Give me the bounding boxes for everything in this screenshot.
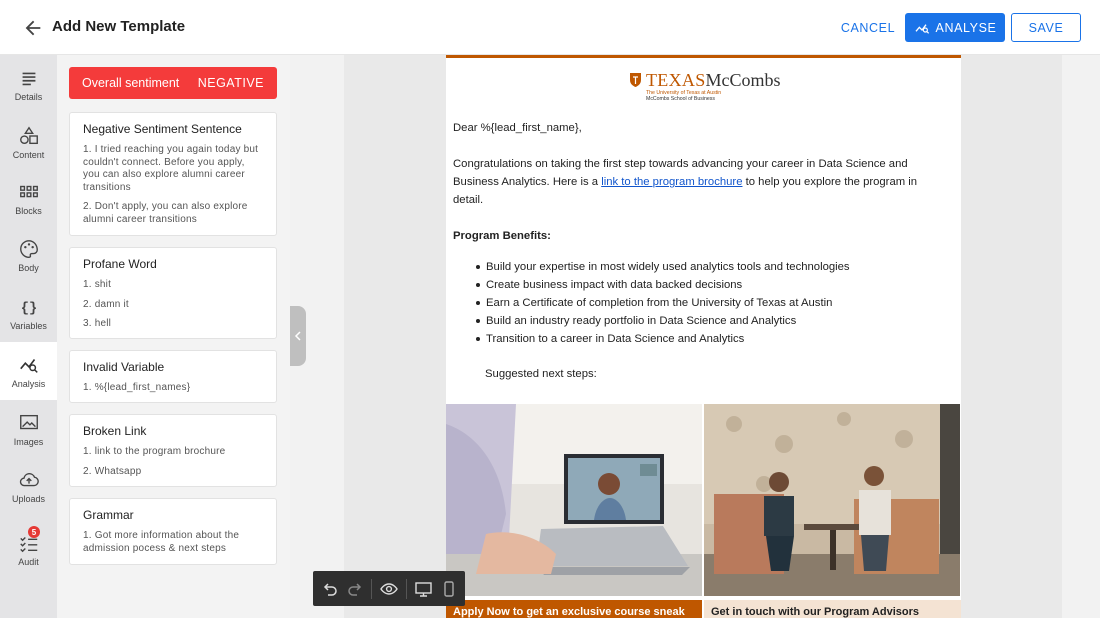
profane-word-card: Profane Word 1. shit 2. damn it 3. hell [69, 247, 277, 339]
mobile-icon [443, 580, 454, 597]
sentiment-value: NEGATIVE [197, 76, 264, 90]
logo-texas: TEXAS [646, 70, 706, 90]
rail-item-details[interactable]: Details [0, 55, 57, 113]
sentiment-label: Overall sentiment [82, 76, 180, 90]
brochure-link[interactable]: link to the program brochure [601, 176, 742, 188]
rail-label: Uploads [11, 494, 46, 504]
rail-label: Analysis [11, 379, 46, 389]
card-item[interactable]: 1. link to the program brochure [83, 446, 263, 459]
image-icon [19, 414, 38, 430]
rail-item-audit[interactable]: 5 Audit [0, 520, 57, 578]
advisors-meeting-photo [704, 404, 960, 596]
negative-sentiment-card: Negative Sentiment Sentence 1. I tried r… [69, 112, 277, 236]
benefit-item: Earn a Certificate of completion from th… [476, 294, 850, 312]
rail-item-variables[interactable]: {} Variables [0, 284, 57, 342]
texas-mccombs-logo: TEXASMcCombs The University of Texas at … [629, 70, 781, 102]
cancel-button[interactable]: CANCEL [834, 14, 902, 42]
details-icon [22, 72, 35, 86]
apply-now-caption[interactable]: Apply Now to get an exclusive course sne… [446, 600, 702, 618]
undo-button[interactable] [321, 580, 338, 598]
rail-item-body[interactable]: Body [0, 226, 57, 284]
logo-mccombs: McCombs [705, 70, 781, 90]
redo-icon [347, 582, 361, 596]
top-bar: Add New Template CANCEL ANALYSE SAVE [0, 0, 1100, 55]
overall-sentiment-bar: Overall sentiment NEGATIVE [69, 67, 277, 99]
card-item[interactable]: 1. Got more information about the admiss… [83, 530, 263, 555]
desktop-icon [415, 581, 432, 597]
rail-item-content[interactable]: Content [0, 113, 57, 171]
analysis-panel: Overall sentiment NEGATIVE Negative Sent… [57, 55, 290, 618]
benefits-list: Build your expertise in most widely used… [476, 258, 850, 348]
card-item[interactable]: 1. shit [83, 279, 263, 292]
redo-button[interactable] [346, 580, 363, 598]
collapse-panel-handle[interactable] [290, 306, 306, 366]
toolbar-divider [371, 578, 373, 599]
toolbar-divider [406, 578, 407, 599]
card-title: Profane Word [83, 257, 157, 271]
benefits-heading: Program Benefits: [453, 230, 551, 242]
rail-label: Content [12, 150, 45, 160]
card-title: Negative Sentiment Sentence [83, 122, 242, 136]
rail-item-images[interactable]: Images [0, 400, 57, 458]
save-button[interactable]: SAVE [1011, 13, 1081, 42]
braces-icon: {} [20, 301, 37, 317]
logo-wordmark: TEXASMcCombs [646, 70, 781, 91]
analyse-label: ANALYSE [935, 20, 997, 35]
chevron-left-icon [294, 331, 301, 341]
analysis-icon [19, 359, 38, 373]
desktop-view-button[interactable] [415, 580, 432, 598]
grid-icon [19, 185, 38, 198]
email-preview[interactable]: TEXASMcCombs The University of Texas at … [446, 55, 961, 618]
grammar-card: Grammar 1. Got more information about th… [69, 498, 277, 565]
left-rail: Details Content Blocks Body {} Variables… [0, 55, 57, 618]
advisors-caption[interactable]: Get in touch with our Program Advisors [704, 600, 961, 618]
eye-icon [380, 582, 398, 595]
rail-label: Blocks [15, 206, 42, 216]
card-title: Invalid Variable [83, 360, 165, 374]
rail-label: Body [18, 263, 39, 273]
analyse-button[interactable]: ANALYSE [905, 13, 1005, 42]
rail-label: Images [13, 437, 44, 447]
email-greeting: Dear %{lead_first_name}, [453, 122, 582, 134]
card-item[interactable]: 2. Don't apply, you can also explore alu… [83, 201, 263, 226]
card-item[interactable]: 2. damn it [83, 299, 263, 312]
email-intro-paragraph: Congratulations on taking the first step… [453, 155, 948, 209]
analysis-icon [915, 23, 929, 34]
logo-school: McCombs School of Business [646, 96, 715, 102]
benefit-item: Build an industry ready portfolio in Dat… [476, 312, 850, 330]
rail-label: Variables [10, 321, 47, 331]
benefit-item: Build your expertise in most widely used… [476, 258, 850, 276]
invalid-variable-card: Invalid Variable 1. %{lead_first_names} [69, 350, 277, 403]
broken-link-card: Broken Link 1. link to the program broch… [69, 414, 277, 487]
video-call-photo [446, 404, 702, 596]
palette-icon [19, 240, 38, 258]
card-item[interactable]: 1. %{lead_first_names} [83, 382, 263, 395]
card-item[interactable]: 1. I tried reaching you again today but … [83, 144, 263, 194]
page-title: Add New Template [52, 18, 186, 35]
benefit-item: Create business impact with data backed … [476, 276, 850, 294]
shield-icon [630, 73, 641, 87]
next-steps-text: Suggested next steps: [485, 368, 597, 380]
svg-text:{}: {} [20, 301, 37, 317]
card-item[interactable]: 3. hell [83, 318, 263, 331]
benefit-item: Transition to a career in Data Science a… [476, 330, 850, 348]
rail-label: Audit [18, 557, 39, 567]
card-title: Grammar [83, 508, 134, 522]
audit-count-badge: 5 [28, 526, 40, 538]
preview-button[interactable] [380, 580, 398, 598]
back-arrow-icon[interactable] [22, 17, 44, 39]
cloud-upload-icon [19, 473, 39, 487]
rail-item-blocks[interactable]: Blocks [0, 169, 57, 227]
rail-item-analysis[interactable]: Analysis [0, 342, 57, 400]
rail-item-uploads[interactable]: Uploads [0, 457, 57, 515]
mobile-view-button[interactable] [440, 580, 457, 598]
rail-label: Details [14, 92, 43, 102]
undo-icon [323, 582, 337, 596]
card-title: Broken Link [83, 424, 147, 438]
shapes-icon [19, 126, 38, 145]
card-item[interactable]: 2. Whatsapp [83, 466, 263, 479]
editor-toolbar [313, 571, 465, 606]
